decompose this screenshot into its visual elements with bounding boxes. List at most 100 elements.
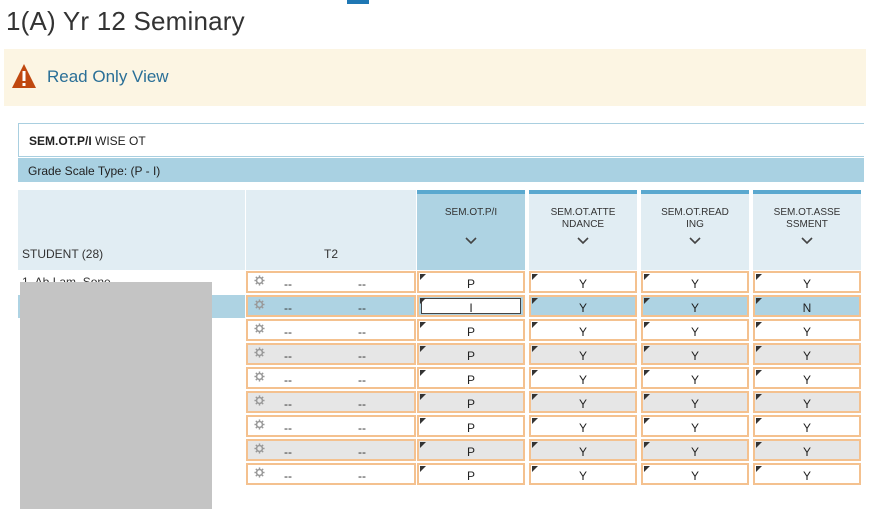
grade-cell[interactable]: Y	[753, 271, 861, 293]
grade-cell[interactable]: P	[417, 367, 525, 389]
grade-cell[interactable]: P	[417, 415, 525, 437]
chevron-down-icon[interactable]	[689, 236, 701, 246]
term-cell[interactable]: -- --	[246, 391, 416, 413]
term-value: --	[358, 445, 366, 459]
grade-cell[interactable]: Y	[529, 295, 637, 317]
grade-cell[interactable]: Y	[641, 319, 749, 341]
grade-cell[interactable]: P	[417, 463, 525, 485]
grade-value: Y	[690, 397, 699, 411]
grade-cell[interactable]: Y	[529, 463, 637, 485]
grade-cell[interactable]: Y	[641, 271, 749, 293]
grade-cell[interactable]: Y	[753, 463, 861, 485]
grade-cell[interactable]: P	[417, 343, 525, 365]
gear-icon[interactable]	[254, 299, 265, 310]
grade-cell[interactable]: Y	[753, 343, 861, 365]
grade-cell[interactable]: N	[753, 295, 861, 317]
redacted-student-names	[20, 282, 212, 509]
grade-cell[interactable]: Y	[753, 391, 861, 413]
gear-icon[interactable]	[254, 371, 265, 382]
term-cell[interactable]: -- --	[246, 319, 416, 341]
grade-value: Y	[802, 397, 811, 411]
term-value: --	[284, 277, 292, 291]
grade-cell[interactable]: Y	[529, 271, 637, 293]
grade-cell[interactable]: Y	[641, 439, 749, 461]
term-cell[interactable]: -- --	[246, 415, 416, 437]
grade-cell[interactable]: Y	[641, 415, 749, 437]
table-header: STUDENT (28) T2 SEM.OT.P/I SEM.OT.ATTE ND…	[18, 190, 864, 272]
term-value: --	[284, 325, 292, 339]
chevron-down-icon[interactable]	[801, 236, 813, 246]
grade-cell[interactable]: Y	[753, 367, 861, 389]
term-cell[interactable]: -- --	[246, 463, 416, 485]
grade-cell[interactable]: Y	[753, 319, 861, 341]
term-cell[interactable]: -- --	[246, 367, 416, 389]
banner-text: Read Only View	[47, 67, 169, 86]
term-cell[interactable]: -- --	[246, 439, 416, 461]
term-column-header: T2	[324, 247, 339, 261]
column-header-accent	[417, 190, 525, 194]
gear-icon[interactable]	[254, 347, 265, 358]
read-only-banner: Read Only View	[4, 49, 866, 106]
chevron-down-icon[interactable]	[465, 236, 477, 246]
grade-value: Y	[802, 349, 811, 363]
gear-icon[interactable]	[254, 467, 265, 478]
grade-value: I	[469, 301, 473, 315]
grade-value: P	[466, 469, 475, 483]
grade-value: P	[466, 277, 475, 291]
grade-cell[interactable]: P	[417, 271, 525, 293]
page-title: 1(A) Yr 12 Seminary	[6, 6, 245, 36]
gear-icon[interactable]	[254, 275, 265, 286]
grade-value: Y	[578, 325, 587, 339]
grade-cell[interactable]: I	[417, 295, 525, 317]
grade-value: Y	[690, 301, 699, 315]
term-value: --	[284, 469, 292, 483]
grade-value: Y	[578, 445, 587, 459]
grade-cell[interactable]: P	[417, 319, 525, 341]
chevron-down-icon[interactable]	[577, 236, 589, 246]
gear-icon[interactable]	[254, 395, 265, 406]
grade-value: Y	[802, 469, 811, 483]
grade-cell[interactable]: Y	[641, 367, 749, 389]
grade-value: Y	[690, 421, 699, 435]
grade-value: Y	[578, 301, 587, 315]
column-header-accent	[641, 190, 749, 194]
term-value: --	[284, 421, 292, 435]
grade-cell[interactable]: Y	[753, 415, 861, 437]
grade-cell[interactable]: Y	[641, 391, 749, 413]
grade-value: P	[466, 373, 475, 387]
gear-icon[interactable]	[254, 419, 265, 430]
grade-value: Y	[802, 325, 811, 339]
grade-cell[interactable]: Y	[529, 415, 637, 437]
grade-cell[interactable]: Y	[529, 319, 637, 341]
grade-value: Y	[690, 325, 699, 339]
term-value: --	[358, 349, 366, 363]
grade-cell[interactable]: Y	[529, 391, 637, 413]
term-cell[interactable]: -- --	[246, 295, 416, 317]
grade-value: Y	[690, 469, 699, 483]
grade-value: Y	[802, 277, 811, 291]
grade-value: Y	[690, 349, 699, 363]
gear-icon[interactable]	[254, 443, 265, 454]
grade-cell[interactable]: Y	[529, 439, 637, 461]
grade-cell[interactable]: Y	[641, 295, 749, 317]
term-value: --	[284, 349, 292, 363]
gear-icon[interactable]	[254, 323, 265, 334]
grade-value: Y	[690, 373, 699, 387]
term-value: --	[358, 421, 366, 435]
term-value: --	[358, 301, 366, 315]
term-cell[interactable]: -- --	[246, 271, 416, 293]
grade-value: N	[802, 301, 812, 315]
grade-value: Y	[690, 445, 699, 459]
grade-cell[interactable]: Y	[529, 343, 637, 365]
grade-cell[interactable]: Y	[641, 463, 749, 485]
grade-cell[interactable]: Y	[641, 343, 749, 365]
grade-cell[interactable]: Y	[753, 439, 861, 461]
grade-cell[interactable]: Y	[529, 367, 637, 389]
grade-cell[interactable]: P	[417, 391, 525, 413]
term-cell[interactable]: -- --	[246, 343, 416, 365]
student-column-header[interactable]: STUDENT (28)	[22, 247, 103, 261]
column-header-1[interactable]	[417, 190, 525, 270]
grade-cell[interactable]: P	[417, 439, 525, 461]
term-value: --	[284, 397, 292, 411]
column-header-label: SEM.OT.READ ING	[661, 207, 729, 230]
